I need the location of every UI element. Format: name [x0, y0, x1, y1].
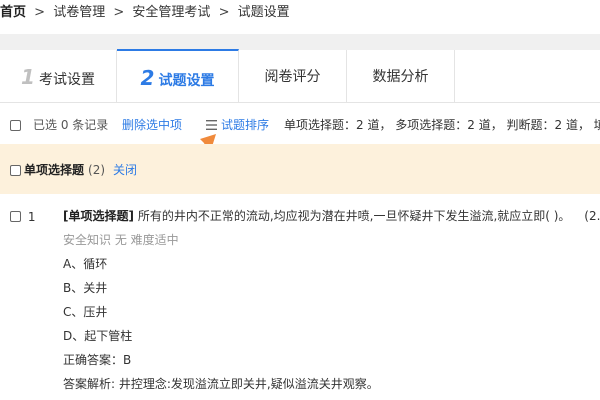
section-title: 单项选择题 [24, 163, 85, 177]
breadcrumb-item-exam[interactable]: 安全管理考试 [132, 0, 210, 26]
tab-step-number: 1 [21, 65, 35, 89]
question-score: (2.0 [584, 209, 600, 223]
breadcrumb-separator: > [218, 5, 230, 20]
breadcrumb-home[interactable]: 首页 [0, 0, 26, 26]
tab-data-analysis[interactable]: 数据分析 [347, 50, 455, 102]
question-select-checkbox[interactable] [10, 211, 21, 222]
breadcrumb: 首页 > 试卷管理 > 安全管理考试 > 试题设置 [0, 0, 600, 34]
option-b: B、关井 [63, 281, 108, 295]
option-a: A、循环 [63, 257, 108, 271]
tab-label: 阅卷评分 [264, 69, 321, 85]
question-text: 所有的井内不正常的流动,均应视为潜在井喷,一旦怀疑井下发生溢流,就应立即( )。 [137, 209, 571, 223]
toolbar: 已选 0 条记录 删除选中项 试题排序 单项选择题：2 道， 多项选择题：2 道… [0, 103, 600, 143]
question-checkbox-wrap: 1 [10, 209, 35, 224]
tab-label: 考试设置 [38, 72, 95, 88]
select-all-checkbox[interactable] [10, 120, 21, 131]
question-meta: 安全知识 无 难度适中 [63, 233, 179, 247]
select-all-checkbox-wrap [10, 103, 21, 147]
breadcrumb-separator: > [34, 5, 46, 20]
selected-count: 已选 0 条记录 [33, 118, 109, 132]
section-count: (2) [88, 163, 106, 177]
tab-bar: 1 考试设置 2 试题设置 阅卷评分 数据分析 [0, 49, 600, 103]
tab-label: 数据分析 [372, 69, 429, 85]
tab-grading[interactable]: 阅卷评分 [239, 50, 347, 102]
sort-questions-label: 试题排序 [221, 118, 270, 132]
breadcrumb-item-current: 试题设置 [237, 5, 290, 20]
option-d: D、起下管柱 [63, 329, 133, 343]
section-select-checkbox[interactable] [10, 165, 21, 176]
section-close-button[interactable]: 关闭 [113, 163, 137, 177]
option-c: C、压井 [63, 305, 108, 319]
question-type-stats: 单项选择题：2 道， 多项选择题：2 道， 判断题：2 道， 填 [284, 118, 600, 132]
header-divider [0, 34, 600, 50]
tab-question-settings[interactable]: 2 试题设置 [117, 49, 239, 102]
section-header-single-choice: 单项选择题 (2) 关闭 [0, 144, 600, 194]
answer-analysis: 答案解析: 井控理念:发现溢流立即关井,疑似溢流关井观察。 [63, 377, 379, 391]
question-index: 1 [27, 209, 36, 224]
breadcrumb-separator: > [113, 5, 125, 20]
correct-answer: 正确答案：B [63, 353, 132, 367]
tab-label: 试题设置 [158, 73, 215, 89]
question-type: [单项选择题] [63, 209, 134, 223]
breadcrumb-item-paper-management[interactable]: 试卷管理 [53, 0, 105, 26]
question-stem: [单项选择题] 所有的井内不正常的流动,均应视为潜在井喷,一旦怀疑井下发生溢流,… [63, 207, 600, 224]
tab-step-number: 2 [140, 66, 155, 90]
tab-exam-settings[interactable]: 1 考试设置 [0, 50, 117, 102]
